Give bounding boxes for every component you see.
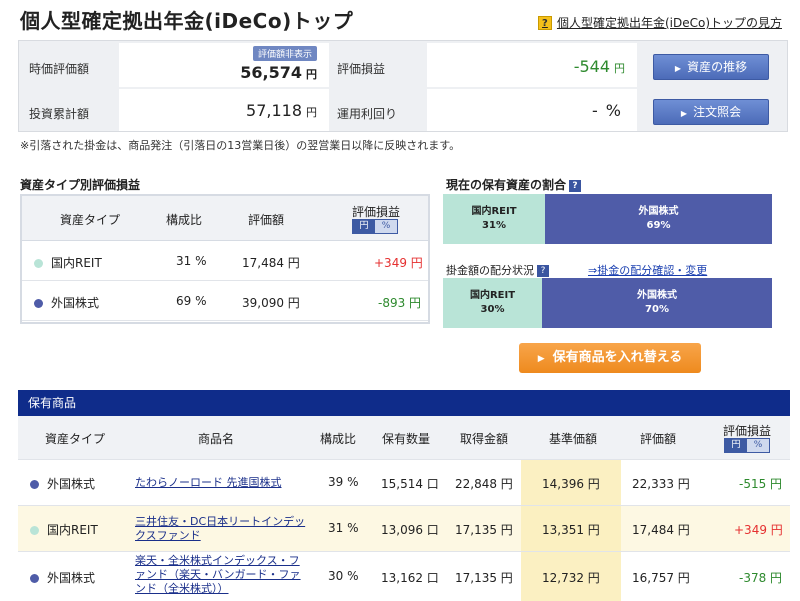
asset-type-header: 資産タイプ 構成比 評価額 評価損益 円 % [22, 196, 428, 241]
row-asset-type: 外国株式 [47, 477, 96, 491]
fund-name-link[interactable]: 三井住友・DC日本リートインデックスファンド [135, 515, 310, 543]
bar-segment-foreign: 外国株式 69% [545, 194, 772, 244]
row-base-price: 14,396 円 [542, 477, 600, 491]
gain-cell: -544 円 [427, 43, 637, 87]
asset-type-table: 資産タイプ 構成比 評価額 評価損益 円 % 国内REIT 31 % 17,48… [20, 194, 430, 324]
help-icon: ? [537, 15, 552, 30]
foreign-stock-dot-icon [30, 574, 39, 583]
valuation-label: 時価評価額 [29, 62, 90, 76]
row-value: 16,757 円 [632, 571, 690, 585]
bar-segment-reit: 国内REIT 30% [443, 278, 542, 328]
col-ratio: 構成比 [320, 432, 357, 446]
question-icon[interactable]: ? [537, 265, 549, 277]
current-allocation-title: 現在の保有資産の割合? [446, 176, 582, 193]
help-link[interactable]: ? 個人型確定拠出年金(iDeCo)トップの見方 [537, 14, 782, 31]
holdings-header-row: 資産タイプ 商品名 構成比 保有数量 取得金額 基準価額 評価額 評価損益 円 … [18, 416, 790, 460]
row-ratio: 31 % [328, 521, 359, 535]
gain-label: 評価損益 [337, 62, 386, 76]
row-gain: +349 円 [734, 523, 783, 537]
row-asset-type: 国内REIT [47, 523, 98, 537]
row-asset-type: 外国株式 [47, 571, 96, 585]
invest-cell: 57,118 円 [119, 89, 329, 131]
foreign-stock-dot-icon [30, 480, 39, 489]
asset-value: 17,484 円 [242, 256, 300, 270]
asset-type-row: 国内REIT 31 % 17,484 円 +349 円 [22, 241, 428, 281]
row-ratio: 30 % [328, 569, 359, 583]
table-row: 外国株式 たわらノーロード 先進国株式 39 % 15,514 口 22,848… [18, 460, 790, 506]
reit-dot-icon [30, 526, 39, 535]
help-link-label[interactable]: 個人型確定拠出年金(iDeCo)トップの見方 [557, 14, 782, 31]
row-base-price: 12,732 円 [542, 571, 600, 585]
hide-valuation-badge[interactable]: 評価額非表示 [252, 46, 317, 61]
col-fund-name: 商品名 [198, 432, 235, 446]
asset-type-row: 外国株式 69 % 39,090 円 -893 円 [22, 281, 428, 321]
col-asset-type: 資産タイプ [60, 213, 121, 227]
holdings-header: 保有商品 [18, 390, 790, 416]
col-base-price: 基準価額 [549, 432, 598, 446]
contribution-change-link[interactable]: ⇒掛金の配分確認・変更 [588, 262, 707, 278]
row-qty: 13,096 口 [381, 523, 439, 537]
asset-type-title: 資産タイプ別評価損益 [20, 178, 141, 192]
row-cost: 17,135 円 [455, 523, 513, 537]
reit-dot-icon [34, 259, 43, 268]
page-title: 個人型確定拠出年金(iDeCo)トップ [20, 9, 354, 33]
col-cost: 取得金額 [460, 432, 509, 446]
toggle-yen[interactable]: 円 [353, 220, 375, 233]
toggle-percent[interactable]: % [747, 439, 769, 452]
row-cost: 22,848 円 [455, 477, 513, 491]
switch-holdings-button[interactable]: ▶ 保有商品を入れ替える [519, 343, 701, 373]
invest-label: 投資累計額 [29, 107, 90, 121]
yield-label: 運用利回り [337, 107, 398, 121]
fund-name-link[interactable]: 楽天・全米株式インデックス・ファンド（楽天・バンガード・ファンド（全米株式）） [135, 554, 310, 596]
col-value: 評価額 [640, 432, 677, 446]
asset-name: 外国株式 [51, 296, 100, 310]
asset-ratio: 69 % [176, 294, 207, 308]
asset-gain: -893 円 [378, 296, 422, 310]
toggle-yen[interactable]: 円 [725, 439, 747, 452]
yield-cell: -% [427, 89, 637, 131]
summary-panel: 時価評価額 評価額非表示 56,574 円 評価損益 -544 円 ▶ 資産の推移 投… [18, 40, 788, 132]
yield-value: -% [592, 101, 621, 120]
valuation-value: 56,574 円 [240, 63, 317, 82]
col-asset-type: 資産タイプ [45, 432, 106, 446]
row-gain: -515 円 [739, 477, 783, 491]
current-allocation-bar: 国内REIT 31% 外国株式 69% [443, 194, 772, 244]
asset-ratio: 31 % [176, 254, 207, 268]
asset-value: 39,090 円 [242, 296, 300, 310]
fund-name-link[interactable]: たわらノーロード 先進国株式 [135, 476, 305, 490]
row-gain: -378 円 [739, 571, 783, 585]
holdings-unit-toggle[interactable]: 円 % [724, 438, 770, 453]
contribution-note: ※引落された掛金は、商品発注（引落日の13営業日後）の翌営業日以降に反映されます… [20, 139, 461, 152]
row-qty: 13,162 口 [381, 571, 439, 585]
holdings-table: 資産タイプ 商品名 構成比 保有数量 取得金額 基準価額 評価額 評価損益 円 … [18, 416, 790, 601]
row-qty: 15,514 口 [381, 477, 439, 491]
col-ratio: 構成比 [166, 213, 203, 227]
row-value: 17,484 円 [632, 523, 690, 537]
col-gain: 評価損益 [723, 424, 772, 438]
row-cost: 17,135 円 [455, 571, 513, 585]
foreign-stock-dot-icon [34, 299, 43, 308]
asset-gain: +349 円 [374, 256, 423, 270]
col-value: 評価額 [248, 213, 285, 227]
bar-segment-reit: 国内REIT 31% [443, 194, 545, 244]
contribution-allocation-bar: 国内REIT 30% 外国株式 70% [443, 278, 772, 328]
gain-unit-toggle[interactable]: 円 % [352, 219, 398, 234]
table-row: 国内REIT 三井住友・DC日本リートインデックスファンド 31 % 13,09… [18, 506, 790, 552]
table-row: 外国株式 楽天・全米株式インデックス・ファンド（楽天・バンガード・ファンド（全米… [18, 552, 790, 601]
order-inquiry-button[interactable]: ▶ 注文照会 [653, 99, 769, 125]
bar-segment-foreign: 外国株式 70% [542, 278, 772, 328]
toggle-percent[interactable]: % [375, 220, 397, 233]
col-qty: 保有数量 [382, 432, 431, 446]
col-gain: 評価損益 [352, 205, 401, 219]
asset-name: 国内REIT [51, 256, 102, 270]
invest-value: 57,118 円 [246, 101, 317, 120]
row-ratio: 39 % [328, 475, 359, 489]
gain-value: -544 円 [573, 57, 625, 76]
question-icon[interactable]: ? [569, 179, 582, 192]
row-base-price: 13,351 円 [542, 523, 600, 537]
contribution-title: 掛金額の配分状況? [446, 262, 549, 278]
row-value: 22,333 円 [632, 477, 690, 491]
valuation-cell: 評価額非表示 56,574 円 [119, 43, 329, 87]
asset-trend-button[interactable]: ▶ 資産の推移 [653, 54, 769, 80]
